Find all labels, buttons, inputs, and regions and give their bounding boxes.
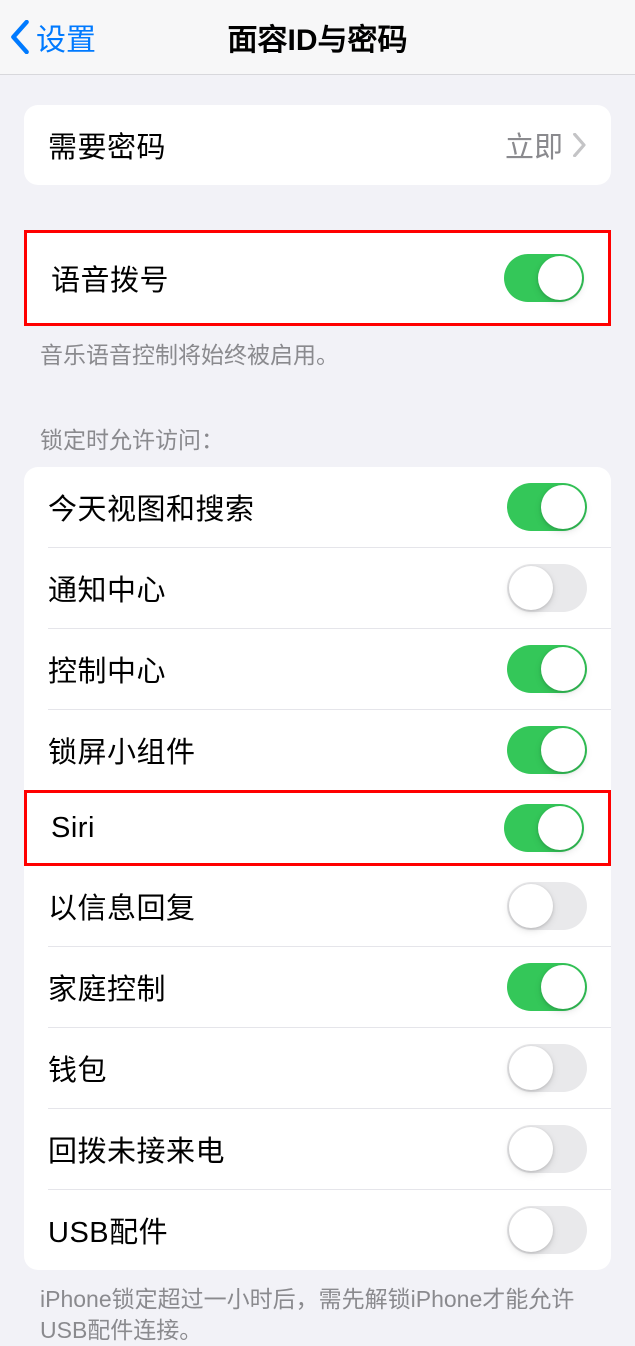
lock-access-group-bottom: 以信息回复家庭控制钱包回拨未接来电 USB配件 [24,866,611,1270]
lock-access-label: 通知中心 [48,567,166,609]
back-label: 设置 [36,15,96,59]
voice-dial-toggle[interactable] [504,254,584,302]
siri-highlight: Siri [24,790,611,866]
lock-access-row: 以信息回复 [24,866,611,946]
lock-access-row: 通知中心 [24,548,611,628]
lock-access-group-top: 今天视图和搜索通知中心控制中心锁屏小组件 [24,467,611,790]
require-passcode-value: 立即 [505,124,563,166]
lock-access-toggle[interactable] [507,483,587,531]
lock-access-toggle[interactable] [507,645,587,693]
voice-dial-row: 语音拨号 [27,233,608,323]
lock-access-toggle[interactable] [507,963,587,1011]
lock-access-label: 以信息回复 [48,885,196,927]
lock-access-row: 锁屏小组件 [24,710,611,790]
chevron-right-icon [573,133,587,157]
lock-access-label: 锁屏小组件 [48,729,196,771]
lock-access-toggle[interactable] [507,1206,587,1254]
page-title: 面容ID与密码 [228,15,408,59]
lock-access-toggle[interactable] [507,1044,587,1092]
lock-access-label: 钱包 [48,1047,107,1089]
voice-dial-highlight: 语音拨号 [24,230,611,326]
require-passcode-row[interactable]: 需要密码 立即 [24,105,611,185]
lock-access-label: 回拨未接来电 [48,1128,225,1170]
lock-access-toggle[interactable] [507,1125,587,1173]
require-passcode-group: 需要密码 立即 [24,105,611,185]
lock-access-toggle[interactable] [507,564,587,612]
lock-access-row: 钱包 [24,1028,611,1108]
lock-access-label: 今天视图和搜索 [48,486,255,528]
navigation-bar: 设置 面容ID与密码 [0,0,635,75]
lock-access-toggle[interactable] [507,882,587,930]
lock-access-row: 回拨未接来电 [24,1109,611,1189]
lock-access-row: USB配件 [24,1190,611,1270]
lock-access-toggle[interactable] [504,804,584,852]
lock-access-toggle[interactable] [507,726,587,774]
require-passcode-label: 需要密码 [48,124,166,166]
lock-access-row: 控制中心 [24,629,611,709]
chevron-left-icon [10,20,30,54]
lock-access-row: Siri [27,793,608,863]
lock-access-row: 家庭控制 [24,947,611,1027]
lock-access-header: 锁定时允许访问： [0,421,635,467]
lock-access-label: USB配件 [48,1209,168,1251]
voice-dial-label: 语音拨号 [51,257,169,299]
voice-dial-footer: 音乐语音控制将始终被启用。 [0,326,635,371]
back-button[interactable]: 设置 [10,15,96,59]
lock-access-footer: iPhone锁定超过一小时后，需先解锁iPhone才能允许USB配件连接。 [0,1270,635,1346]
lock-access-row: 今天视图和搜索 [24,467,611,547]
lock-access-label: 家庭控制 [48,966,166,1008]
lock-access-label: Siri [51,812,95,845]
lock-access-label: 控制中心 [48,648,166,690]
